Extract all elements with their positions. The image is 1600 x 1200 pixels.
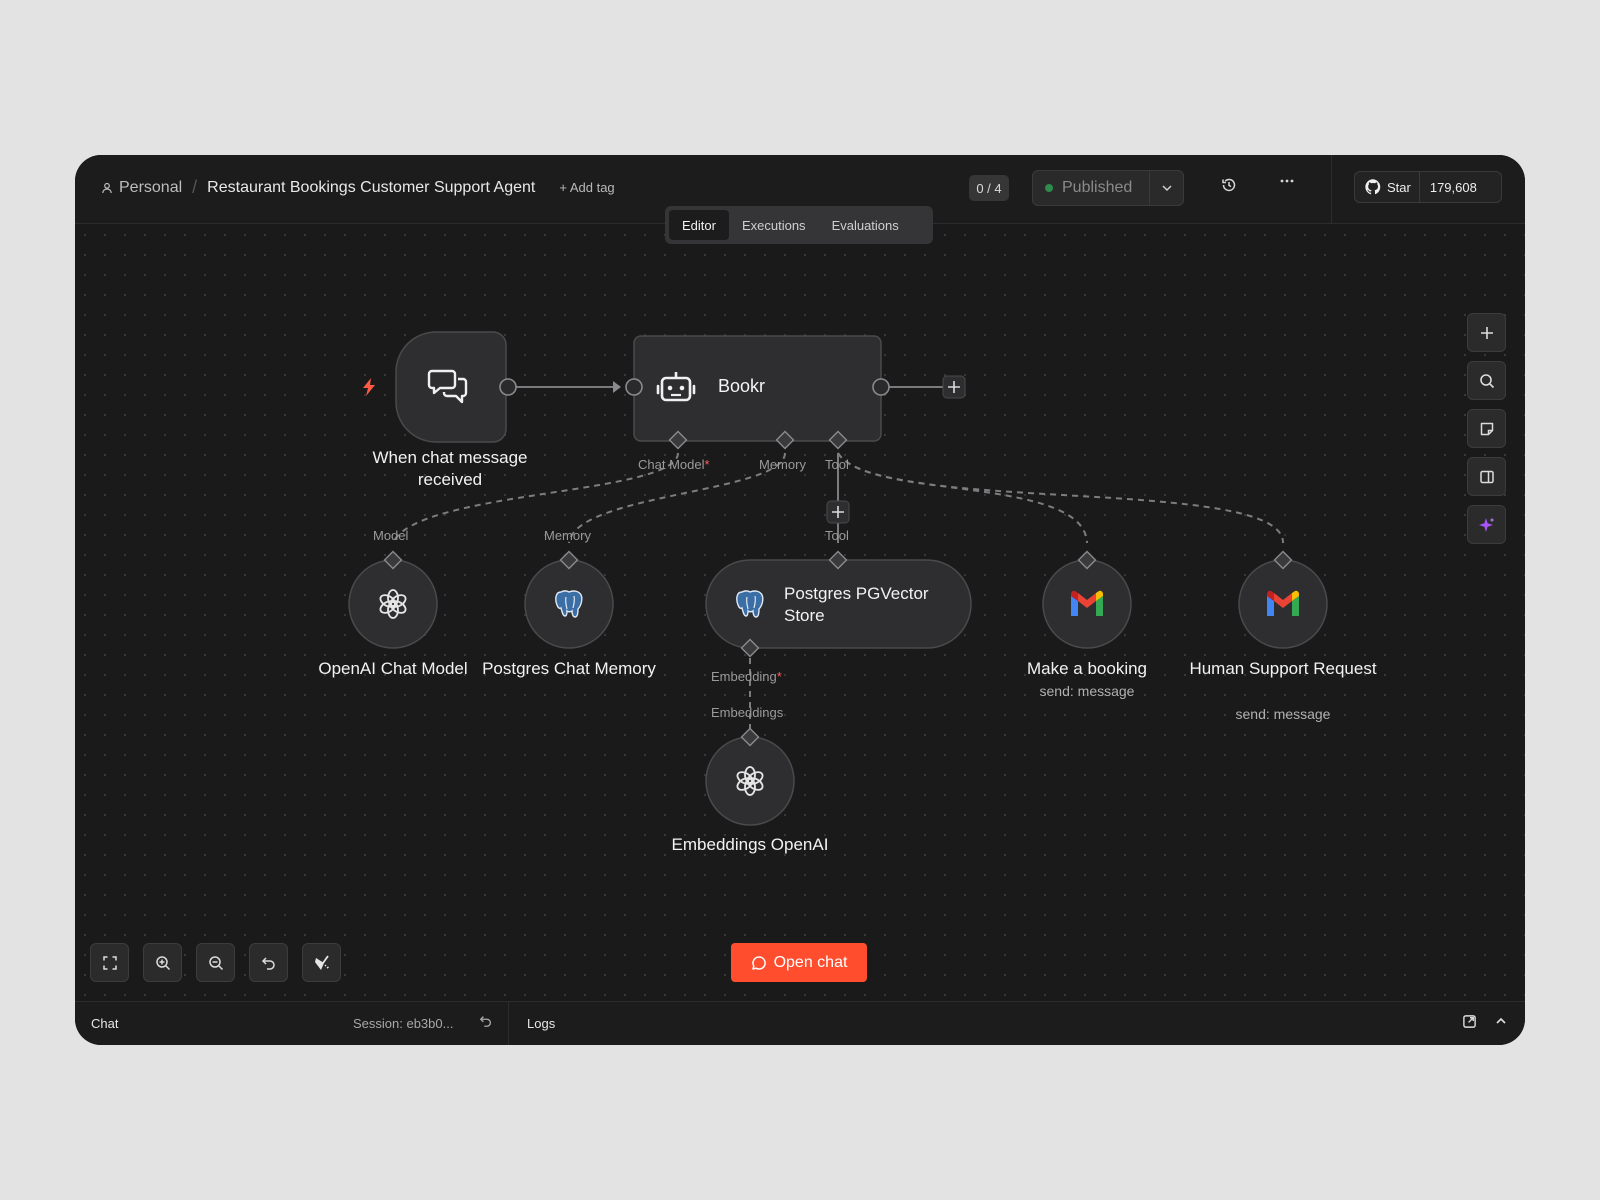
- session-id: Session: eb3b0...: [353, 1016, 454, 1031]
- panel-icon: [1479, 470, 1494, 483]
- robot-icon: [655, 367, 697, 407]
- sticky-note-button[interactable]: [1467, 409, 1506, 448]
- zoom-out-button[interactable]: [196, 943, 235, 982]
- plus-icon: [1480, 326, 1493, 339]
- human-node-subtitle: send: message: [1235, 706, 1331, 722]
- chat-icon: [751, 955, 766, 970]
- zoom-in-button[interactable]: [143, 943, 182, 982]
- fit-view-button[interactable]: [90, 943, 129, 982]
- tab-evaluations[interactable]: Evaluations: [819, 210, 912, 240]
- undo-icon: [261, 956, 275, 970]
- port-label-memory: Memory: [759, 457, 806, 472]
- human-node-label: Human Support Request: [1189, 659, 1377, 678]
- port-label-embeddings: Embeddings: [711, 705, 784, 720]
- port-label-memory-in: Memory: [544, 528, 591, 543]
- canvas-zoom-toolbar: [90, 943, 341, 982]
- trigger-bolt-icon: [359, 375, 379, 399]
- embeddings-node-label: Embeddings OpenAI: [671, 835, 829, 854]
- github-star-count: 179,608: [1429, 179, 1477, 195]
- chat-panel-tab[interactable]: Chat: [91, 1016, 118, 1031]
- search-icon: [1479, 373, 1494, 388]
- port-label-tool: Tool: [825, 457, 849, 472]
- chevron-down-icon: [1161, 184, 1173, 192]
- github-star-label: Star: [1387, 179, 1411, 195]
- vector-store-node-label: Postgres PGVector Store: [784, 584, 929, 625]
- bottom-panel-bar: Chat Session: eb3b0... Logs: [75, 1001, 1525, 1045]
- undo-icon: [479, 1016, 492, 1027]
- expand-panel-button[interactable]: [1494, 1014, 1508, 1031]
- open-chat-button[interactable]: Open chat: [731, 943, 867, 982]
- tab-editor[interactable]: Editor: [669, 210, 729, 240]
- published-status-dot: [1045, 184, 1053, 192]
- agent-output-port[interactable]: [872, 378, 890, 396]
- agent-node-label: Bookr: [718, 376, 766, 396]
- connection-tool-booking: [837, 452, 1088, 544]
- header-divider: [1331, 155, 1332, 224]
- search-nodes-button[interactable]: [1467, 361, 1506, 400]
- toggle-panel-button[interactable]: [1467, 457, 1506, 496]
- openai-icon: [373, 584, 413, 624]
- connection-tool-human: [837, 452, 1285, 544]
- view-tabs: Editor Executions Evaluations: [665, 206, 933, 244]
- gmail-icon: [1067, 586, 1107, 622]
- version-history-button[interactable]: [1221, 177, 1237, 193]
- publish-status-label: Published: [1062, 179, 1133, 196]
- booking-node-label: Make a booking: [1026, 659, 1148, 678]
- connection-arrow: [613, 381, 621, 393]
- memory-node-label: Postgres Chat Memory: [482, 659, 656, 678]
- trigger-node-label: When chat message received: [372, 448, 528, 489]
- publish-button[interactable]: Published: [1033, 171, 1149, 205]
- github-star[interactable]: Star: [1355, 172, 1420, 202]
- port-label-tool-in: Tool: [825, 528, 849, 543]
- postgres-icon: [549, 584, 589, 624]
- port-label-chat-model: Chat Model*: [638, 457, 710, 472]
- add-node-button[interactable]: [1467, 313, 1506, 352]
- pop-out-icon: [1463, 1015, 1476, 1028]
- zoom-in-icon: [155, 955, 170, 970]
- github-star-button[interactable]: Star 179,608: [1354, 171, 1502, 203]
- publish-control: Published: [1032, 170, 1184, 206]
- chat-bubbles-icon: [423, 362, 473, 412]
- chevron-up-icon: [1496, 1017, 1506, 1024]
- workflow-title[interactable]: Restaurant Bookings Customer Support Age…: [207, 179, 535, 197]
- broom-icon: [314, 954, 329, 970]
- user-icon: [101, 182, 113, 194]
- ai-assistant-button[interactable]: [1467, 505, 1506, 544]
- github-icon: [1365, 179, 1381, 195]
- booking-node-subtitle: send: message: [1039, 683, 1135, 699]
- workflow-canvas[interactable]: When chat message received Bookr Chat Mo…: [75, 225, 1525, 1001]
- ellipsis-icon: [1279, 173, 1295, 189]
- sparkle-icon: [1478, 517, 1494, 532]
- breadcrumb-project[interactable]: Personal: [119, 179, 182, 197]
- open-chat-label: Open chat: [773, 953, 848, 971]
- canvas-right-toolbar: [1467, 313, 1506, 544]
- postgres-icon: [730, 584, 770, 624]
- fullscreen-icon: [102, 955, 117, 970]
- port-label-embedding: Embedding*: [711, 669, 782, 684]
- evaluation-counter: 0 / 4: [969, 175, 1009, 201]
- app-window: Personal / Restaurant Bookings Customer …: [75, 155, 1525, 1045]
- trigger-output-port[interactable]: [499, 378, 517, 396]
- gmail-icon: [1263, 586, 1303, 622]
- tidy-up-button[interactable]: [302, 943, 341, 982]
- add-tag-button[interactable]: + Add tag: [559, 180, 614, 195]
- undo-button[interactable]: [249, 943, 288, 982]
- logs-panel-tab[interactable]: Logs: [527, 1016, 555, 1031]
- pop-out-button[interactable]: [1462, 1014, 1477, 1032]
- port-label-model-in: Model: [373, 528, 409, 543]
- tab-executions[interactable]: Executions: [729, 210, 819, 240]
- reset-session-button[interactable]: [479, 1014, 493, 1031]
- note-icon: [1480, 422, 1493, 435]
- agent-input-port[interactable]: [625, 378, 643, 396]
- zoom-out-icon: [208, 955, 223, 970]
- history-icon: [1221, 177, 1237, 193]
- more-options-button[interactable]: [1279, 173, 1295, 189]
- breadcrumb: Personal / Restaurant Bookings Customer …: [101, 177, 615, 198]
- footer-divider: [508, 1002, 509, 1045]
- publish-dropdown-button[interactable]: [1149, 171, 1183, 205]
- breadcrumb-separator: /: [192, 177, 198, 197]
- openai-icon: [730, 761, 770, 801]
